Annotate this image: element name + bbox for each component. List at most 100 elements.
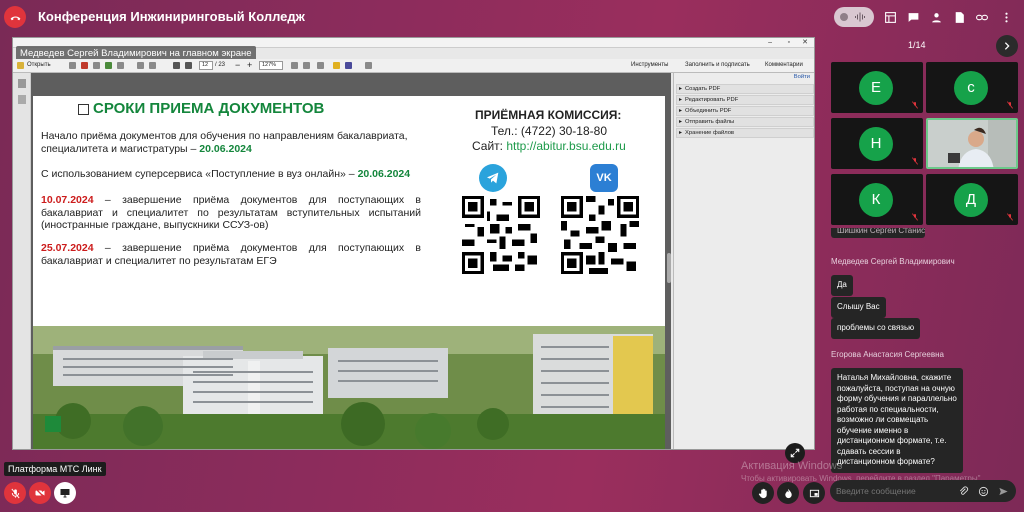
paragraph-deadline-ege: 25.07.2024 – завершение приёма документо…	[41, 242, 421, 267]
noise-suppression-icon	[855, 12, 865, 22]
chat-input-box	[830, 480, 1016, 502]
site-link[interactable]: http://abitur.bsu.edu.ru	[506, 139, 625, 153]
window-close-icon[interactable]: ✕	[802, 38, 808, 47]
edit-pdf-item[interactable]: Редактировать PDF	[676, 95, 814, 105]
prev-page-icon[interactable]	[173, 62, 180, 69]
open-button[interactable]: Открыть	[27, 61, 51, 70]
store-files-item[interactable]: Хранение файлов	[676, 128, 814, 138]
layout-button[interactable]	[882, 9, 898, 25]
reactions-button[interactable]	[777, 482, 799, 504]
layout-icon	[884, 11, 896, 23]
sign-icon[interactable]	[345, 62, 352, 69]
commission-phone: Тел.: (4722) 30-18-80	[491, 124, 607, 138]
date-highlight: 20.06.2024	[199, 142, 252, 155]
file-icon	[955, 11, 964, 23]
doc-scrollbar[interactable]	[667, 253, 671, 283]
window-min-icon[interactable]: –	[768, 38, 772, 47]
chat-bubble-partial: Шишкин Сергей Станиславович	[831, 228, 925, 238]
telegram-icon	[479, 164, 507, 192]
chat-message: Наталья Михайловна, скажите пожалуйста, …	[831, 368, 963, 473]
toolbar-icon[interactable]	[117, 62, 124, 69]
email-icon[interactable]	[149, 62, 156, 69]
tools-tab[interactable]: Инструменты	[631, 61, 668, 70]
chat-message-input[interactable]	[836, 483, 956, 499]
acrobat-left-rail	[13, 73, 31, 449]
mic-off-icon	[912, 157, 918, 165]
participant-tile[interactable]: Д	[926, 174, 1018, 225]
picture-in-picture-button[interactable]	[803, 482, 825, 504]
windows-activation-title: Активация Windows	[741, 460, 843, 472]
create-pdf-item[interactable]: Создать PDF	[676, 84, 814, 94]
pip-icon	[809, 489, 819, 497]
combine-pdf-item[interactable]: Объединить PDF	[676, 106, 814, 116]
print-icon[interactable]	[137, 62, 144, 69]
attachments-panel-icon[interactable]	[18, 95, 26, 104]
sign-tab[interactable]: Заполнить и подписать	[685, 61, 750, 70]
window-max-icon[interactable]: ▫	[788, 38, 790, 47]
emoji-button[interactable]	[976, 484, 990, 498]
emoji-icon	[978, 486, 988, 496]
slide-heading: СРОКИ ПРИЕМА ДОКУМЕНТОВ	[93, 100, 325, 117]
toolbar-icon[interactable]	[105, 62, 112, 69]
fullscreen-icon[interactable]	[365, 62, 372, 69]
leave-call-button[interactable]	[4, 6, 26, 28]
participant-tile[interactable]: К	[831, 174, 923, 225]
zoom-out-button[interactable]: −	[235, 61, 240, 70]
screen-share-icon	[60, 489, 70, 498]
pages-panel-icon[interactable]	[18, 79, 26, 88]
participant-tile[interactable]: Н	[831, 118, 923, 169]
chat-author: Медведев Сергей Владимирович	[831, 257, 955, 266]
next-page-icon[interactable]	[185, 62, 192, 69]
send-button[interactable]	[996, 484, 1010, 498]
toolbar-icon[interactable]	[81, 62, 88, 69]
participant-tile[interactable]: с	[926, 62, 1018, 113]
avatar: Н	[859, 127, 893, 161]
flame-icon	[784, 488, 792, 498]
send-files-item[interactable]: Отправить файлы	[676, 117, 814, 127]
files-button[interactable]	[951, 9, 967, 25]
participants-button[interactable]	[928, 9, 944, 25]
raise-hand-button[interactable]	[752, 482, 774, 504]
chat-button[interactable]	[905, 9, 921, 25]
noise-suppression-toggle[interactable]	[834, 7, 874, 27]
mic-off-icon	[912, 101, 918, 109]
comment-icon[interactable]	[333, 62, 340, 69]
paragraph-start-date: Начало приёма документов для обучения по…	[41, 130, 431, 155]
toolbar-icon[interactable]	[291, 62, 298, 69]
screen-share-button[interactable]	[54, 482, 76, 504]
toolbar-icon[interactable]	[93, 62, 100, 69]
camera-off-icon	[35, 488, 45, 498]
mic-off-icon	[1007, 213, 1013, 221]
comments-tab[interactable]: Комментарии	[765, 61, 803, 70]
chat-panel: Шишкин Сергей Станиславович Медведев Сер…	[829, 228, 1024, 480]
commission-title: ПРИЁМНАЯ КОМИССИЯ:	[475, 108, 622, 122]
participants-icon	[931, 12, 941, 22]
login-link[interactable]: Войти	[794, 74, 810, 80]
phone-hangup-icon	[10, 16, 20, 20]
page-number-input[interactable]: 12	[199, 61, 213, 70]
zoom-in-button[interactable]: +	[247, 61, 252, 70]
toolbar-icon[interactable]	[69, 62, 76, 69]
toolbar-icon[interactable]	[317, 62, 324, 69]
paragraph-text: – завершение приёма документов для посту…	[41, 194, 421, 231]
more-button[interactable]	[998, 9, 1014, 25]
toolbar-icon[interactable]	[303, 62, 310, 69]
participant-tile[interactable]: Е	[831, 62, 923, 113]
microphone-button[interactable]	[4, 482, 26, 504]
send-icon	[998, 487, 1008, 495]
link-icon	[976, 14, 988, 20]
more-icon	[1004, 12, 1008, 22]
attach-button[interactable]	[956, 484, 970, 498]
next-page-button[interactable]	[996, 35, 1018, 57]
date-highlight: 20.06.2024	[357, 168, 411, 180]
mic-off-icon	[10, 488, 20, 498]
paragraph-text: С использованием суперсервиса «Поступлен…	[41, 168, 358, 180]
zoom-input[interactable]: 127%	[259, 61, 283, 70]
copy-link-button[interactable]	[974, 9, 990, 25]
chat-message: Слышу Вас	[831, 297, 886, 318]
participant-video-tile[interactable]	[926, 118, 1018, 169]
checkbox-bullet-icon	[78, 104, 89, 115]
conference-title: Конференция Инжиниринговый Колледж	[38, 9, 305, 24]
avatar: с	[954, 71, 988, 105]
camera-button[interactable]	[29, 482, 51, 504]
